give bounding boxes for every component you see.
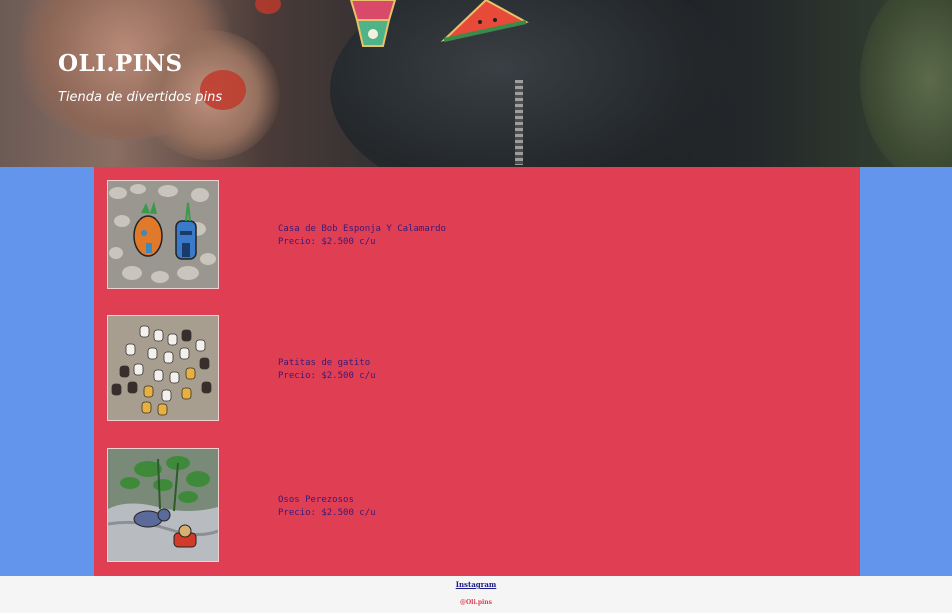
- brand-title: OLI.PINS: [58, 50, 183, 77]
- product-image[interactable]: [107, 180, 219, 289]
- product-image[interactable]: [107, 315, 219, 421]
- product-price: Precio: $2.500 c/u: [278, 508, 376, 518]
- pineapple-house-pin-image: [108, 181, 218, 288]
- hero-photo-nail-top: [255, 0, 281, 14]
- product-info: Casa de Bob Esponja Y Calamardo Precio: …: [278, 223, 446, 249]
- product-info: Osos Perezosos Precio: $2.500 c/u: [278, 494, 376, 520]
- hero-header: OLI.PINS Tienda de divertidos pins: [0, 0, 952, 167]
- product-name: Patitas de gatito: [278, 358, 371, 368]
- brand-tagline: Tienda de divertidos pins: [58, 90, 223, 105]
- instagram-link[interactable]: Instagram: [0, 580, 952, 589]
- product-info: Patitas de gatito Precio: $2.500 c/u: [278, 357, 376, 383]
- product-image[interactable]: [107, 448, 219, 562]
- product-name: Casa de Bob Esponja Y Calamardo: [278, 224, 446, 234]
- product-price: Precio: $2.500 c/u: [278, 371, 376, 381]
- product-price: Precio: $2.500 c/u: [278, 237, 376, 247]
- product-panel: Casa de Bob Esponja Y Calamardo Precio: …: [94, 167, 860, 576]
- page-footer: Instagram @Oli.pins: [0, 576, 952, 613]
- sloth-pins-plant-image: [108, 449, 218, 561]
- jacket-zipper: [515, 80, 523, 165]
- hero-photo-foliage: [860, 0, 952, 167]
- watermelon-pin-icon: [440, 0, 529, 42]
- ufo-pin-icon: [349, 0, 397, 47]
- product-name: Osos Perezosos: [278, 495, 354, 505]
- cat-paw-pins-image: [108, 316, 218, 420]
- instagram-handle: @Oli.pins: [459, 599, 493, 606]
